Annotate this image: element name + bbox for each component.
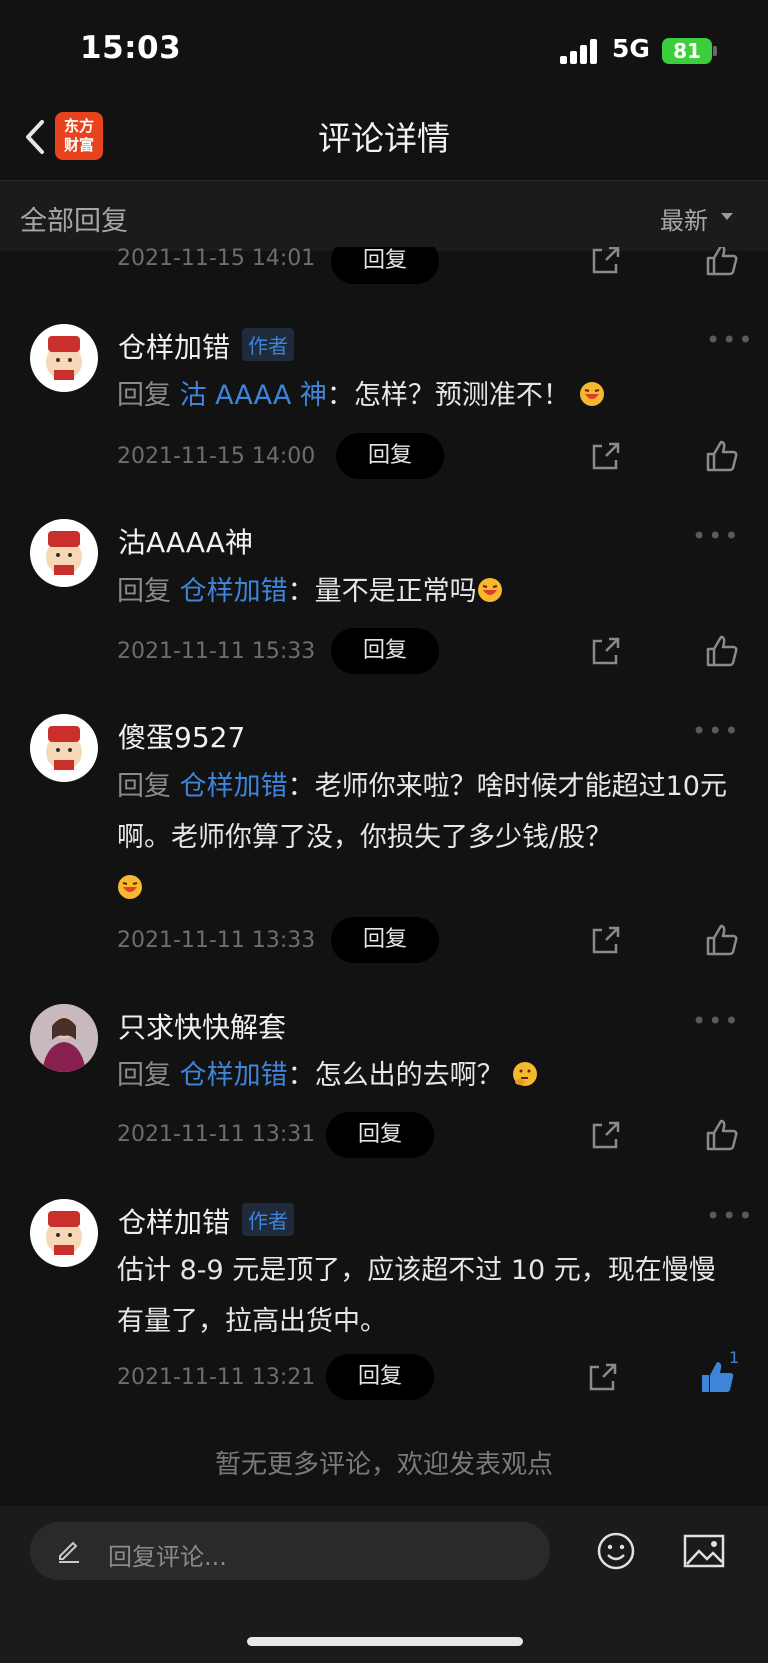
mention-link[interactable]: 仓样加错 [180, 576, 288, 607]
share-icon[interactable] [585, 1359, 621, 1395]
no-more-comments: 暂无更多评论，欢迎发表观点 [214, 1450, 553, 1480]
share-icon[interactable] [588, 922, 624, 958]
mention-link[interactable]: 仓样加错 [180, 1060, 288, 1091]
more-options-icon[interactable]: ••• [692, 717, 740, 745]
reply-prefix: 回复 [117, 380, 171, 411]
comment-time: 2021-11-15 14:00 [117, 444, 316, 469]
author-badge: 作者 [242, 328, 294, 361]
like-icon[interactable] [704, 438, 740, 474]
home-indicator [247, 1637, 523, 1646]
comment-text: 回复 沽 AAAA 神：怎样？预测准不！ [117, 370, 737, 421]
laughing-emoji-icon [477, 578, 502, 602]
like-count: 1 [729, 1348, 740, 1367]
avatar[interactable] [30, 1004, 98, 1072]
share-icon[interactable] [588, 633, 624, 669]
avatar[interactable] [30, 519, 98, 587]
like-icon[interactable] [704, 922, 740, 958]
like-icon[interactable] [704, 1117, 740, 1153]
comment-text: 回复 仓样加错：怎么出的去啊？ [117, 1050, 737, 1101]
comment-text: 回复 仓样加错：老师你来啦？啥时候才能超过10元啊。老师你算了没，你损失了多少钱… [117, 761, 737, 914]
reply-button[interactable]: 回复 [331, 628, 439, 674]
share-icon[interactable] [588, 438, 624, 474]
share-icon[interactable] [588, 1117, 624, 1153]
user-name[interactable]: 傻蛋9527 [118, 716, 245, 756]
laughing-emoji-icon [118, 875, 142, 899]
author-badge: 作者 [242, 1203, 294, 1236]
comment-body: ：量不是正常吗 [287, 576, 477, 607]
comment-body: 估计 8-9 元是顶了，应该超不过 10 元，现在慢慢有量了，拉高出货中。 [117, 1255, 716, 1337]
reply-input-placeholder[interactable]: 回复评论... [108, 1537, 227, 1572]
network-type: 5G [612, 34, 650, 63]
comment-time: 2021-11-11 13:31 [117, 1122, 316, 1147]
laughing-emoji-icon [579, 382, 604, 406]
like-icon[interactable] [704, 242, 740, 278]
reply-prefix: 回复 [117, 576, 171, 607]
user-name[interactable]: 仓样加错 [118, 1201, 230, 1241]
more-options-icon[interactable]: ••• [706, 1202, 754, 1230]
image-icon[interactable] [682, 1531, 726, 1571]
page-title: 评论详情 [318, 119, 450, 158]
comment-time: 2021-11-11 15:33 [117, 639, 316, 664]
more-options-icon[interactable]: ••• [706, 326, 754, 354]
signal-strength-icon [560, 38, 600, 64]
battery-level: 81 [673, 39, 701, 63]
comment-time: 2021-11-11 13:33 [117, 928, 316, 953]
reply-prefix: 回复 [117, 1060, 171, 1091]
pencil-icon [59, 1541, 79, 1563]
all-replies-label: 全部回复 [20, 206, 128, 237]
avatar[interactable] [30, 714, 98, 782]
comment-text: 回复 仓样加错：量不是正常吗 [117, 566, 737, 617]
avatar[interactable] [30, 1199, 98, 1267]
mention-link[interactable]: 仓样加错 [180, 771, 288, 802]
comment-time: 2021-11-11 13:21 [117, 1365, 316, 1390]
battery-tip [713, 46, 717, 56]
status-time: 15:03 [80, 30, 182, 66]
reply-button[interactable]: 回复 [336, 433, 444, 479]
avatar[interactable] [30, 324, 98, 392]
comment-body: ：怎么出的去啊？ [287, 1060, 504, 1091]
thinking-emoji-icon [513, 1062, 538, 1086]
battery-icon: 81 [662, 38, 712, 64]
more-options-icon[interactable]: ••• [692, 522, 740, 550]
like-icon[interactable] [704, 633, 740, 669]
comment-text: 估计 8-9 元是顶了，应该超不过 10 元，现在慢慢有量了，拉高出货中。 [117, 1245, 737, 1347]
reply-button[interactable]: 回复 [326, 1112, 434, 1158]
comment-time: 2021-11-15 14:01 [117, 246, 316, 271]
share-icon[interactable] [588, 242, 624, 278]
mention-link[interactable]: 沽 AAAA 神 [180, 380, 327, 411]
emoji-icon[interactable] [596, 1531, 636, 1571]
more-options-icon[interactable]: ••• [692, 1007, 740, 1035]
reply-button[interactable]: 回复 [331, 917, 439, 963]
user-name[interactable]: 沽AAAA神 [118, 521, 253, 561]
user-name[interactable]: 仓样加错 [118, 326, 230, 366]
reply-prefix: 回复 [117, 771, 171, 802]
comment-body: ：怎样？预测准不！ [326, 380, 570, 411]
reply-button[interactable]: 回复 [326, 1354, 434, 1400]
dropdown-arrow-icon[interactable] [721, 213, 733, 220]
user-name[interactable]: 只求快快解套 [118, 1006, 286, 1046]
sort-dropdown[interactable]: 最新 [660, 201, 708, 236]
